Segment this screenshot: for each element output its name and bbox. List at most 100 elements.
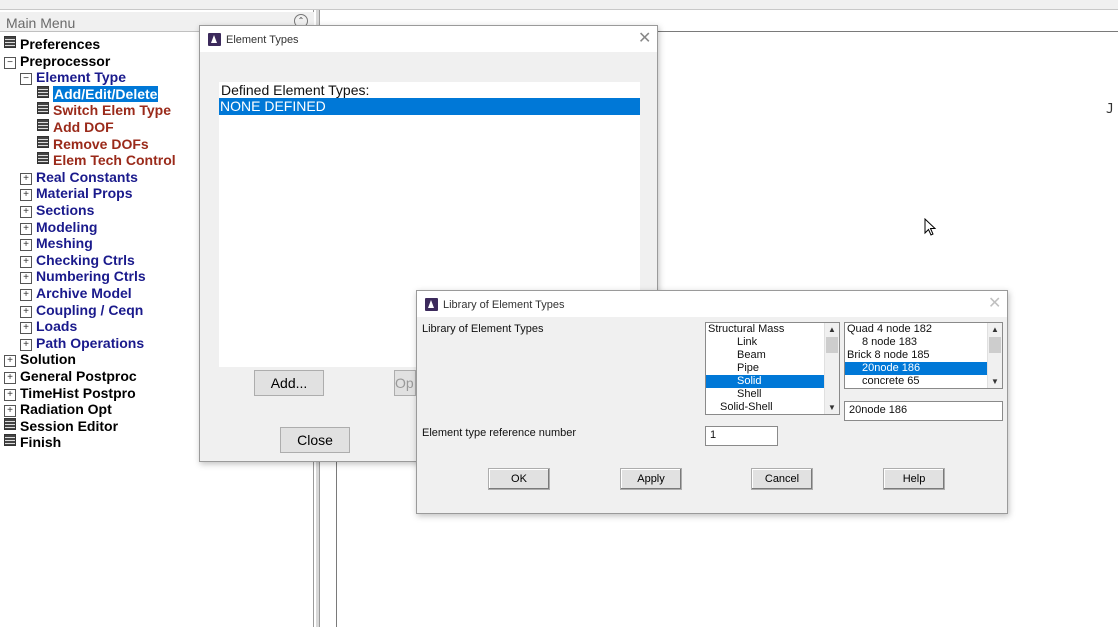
expand-icon[interactable]: + (4, 372, 16, 384)
scroll-down-icon[interactable]: ▼ (825, 401, 839, 414)
selected-type-field[interactable]: 20node 186 (844, 401, 1003, 421)
add-button[interactable]: Add... (254, 370, 324, 396)
collapse-icon[interactable]: − (4, 56, 16, 69)
list-item[interactable]: Brick 8 node 185 (845, 349, 988, 362)
list-item[interactable]: Solid (706, 375, 824, 388)
list-item[interactable]: Solid-Shell (706, 401, 824, 414)
menu-item-label: General Postproc (20, 368, 137, 384)
collapse-icon[interactable]: − (20, 73, 32, 86)
menu-item[interactable]: Preferences (4, 36, 100, 52)
menu-item[interactable]: + Path Operations (20, 335, 144, 351)
ok-button[interactable]: OK (488, 468, 550, 490)
expand-icon[interactable]: + (4, 405, 16, 418)
menu-item-label: Add/Edit/Delete (53, 85, 159, 102)
ansys-app-icon (208, 33, 221, 46)
menu-item-label: Switch Elem Type (53, 102, 171, 119)
expand-icon[interactable]: + (20, 222, 32, 235)
ansys-app-icon (425, 298, 438, 311)
menu-item-label: TimeHist Postpro (20, 384, 136, 401)
menu-item-label: Preferences (20, 36, 101, 52)
list-item[interactable]: Beam (706, 349, 824, 362)
list-item[interactable]: Quad 4 node 182 (845, 323, 988, 336)
menu-doc-icon (37, 135, 49, 148)
expand-icon[interactable]: + (4, 388, 16, 401)
menu-item[interactable]: + Archive Model (20, 285, 132, 301)
menu-item-label: Solution (20, 351, 76, 368)
apply-button[interactable]: Apply (620, 468, 682, 490)
menu-item-label: Remove DOFs (53, 135, 149, 152)
expand-icon[interactable]: + (20, 172, 32, 185)
scroll-up-icon[interactable]: ▲ (825, 323, 839, 336)
menu-item[interactable]: + Loads (20, 318, 78, 335)
expand-icon[interactable]: + (4, 355, 16, 368)
menu-item[interactable]: + Coupling / Ceqn (20, 302, 143, 318)
scroll-thumb[interactable] (826, 337, 838, 353)
menu-item[interactable]: + Radiation Opt (4, 401, 112, 418)
expand-icon[interactable]: + (20, 206, 32, 218)
ref-number-input[interactable]: 1 (705, 426, 778, 446)
menu-item[interactable]: + Meshing (20, 235, 93, 252)
defined-element-types-label: Defined Element Types: (221, 82, 370, 98)
menu-item-label: Archive Model (36, 285, 132, 301)
expand-icon[interactable]: + (20, 272, 32, 285)
menu-item[interactable]: Add DOF (37, 119, 114, 135)
menu-item-label: Session Editor (20, 417, 119, 434)
menu-doc-icon (37, 102, 49, 115)
options-button[interactable]: Op (394, 370, 416, 396)
element-type-scrollbar[interactable]: ▲ ▼ (987, 323, 1002, 388)
menu-item-label: Material Props (36, 185, 133, 202)
category-listbox[interactable]: Solid-Shell Shell Solid Pipe Beam Link Structu… (705, 322, 840, 415)
expand-icon[interactable]: + (20, 338, 32, 351)
list-item[interactable]: Link (706, 336, 824, 349)
menu-item-label: Preprocessor (20, 52, 111, 69)
menu-item[interactable]: + Solution (4, 351, 76, 368)
menu-item[interactable]: + Real Constants (20, 169, 138, 185)
list-item[interactable]: Structural Mass (706, 323, 824, 336)
scroll-down-icon[interactable]: ▼ (988, 375, 1002, 388)
scroll-up-icon[interactable]: ▲ (988, 323, 1002, 336)
menu-item-label: Elem Tech Control (53, 152, 176, 169)
list-item[interactable]: Shell (706, 388, 824, 401)
expand-icon[interactable]: + (20, 322, 32, 335)
menu-item[interactable]: + Numbering Ctrls (20, 268, 146, 285)
menu-doc-icon (37, 119, 49, 131)
menu-item[interactable]: Session Editor (4, 417, 119, 434)
list-item[interactable]: concrete 65 (845, 375, 988, 388)
list-item[interactable]: NONE DEFINED (219, 98, 640, 115)
menu-item[interactable]: Remove DOFs (37, 135, 149, 152)
menu-item[interactable]: − Preprocessor (4, 53, 110, 69)
expand-icon[interactable]: + (20, 189, 32, 202)
menu-item-label: Loads (36, 318, 78, 335)
expand-icon[interactable]: + (20, 289, 32, 301)
menu-item[interactable]: + Material Props (20, 185, 133, 202)
menu-item[interactable]: − Element Type (20, 69, 126, 86)
menu-doc-icon (4, 417, 16, 430)
menu-item[interactable]: Add/Edit/Delete (37, 85, 159, 102)
menu-item[interactable]: + Modeling (20, 219, 97, 235)
close-button[interactable]: Close (280, 427, 350, 453)
menu-item[interactable]: + Checking Ctrls (20, 252, 135, 268)
expand-icon[interactable]: + (20, 255, 32, 268)
close-icon[interactable]: ✕ (638, 31, 651, 47)
menu-item-label: Element Type (36, 69, 126, 86)
menu-item[interactable]: + Sections (20, 202, 94, 218)
menu-item[interactable]: + General Postproc (4, 368, 137, 384)
close-icon[interactable]: ✕ (988, 296, 1001, 312)
list-item[interactable]: Pipe (706, 362, 824, 375)
element-type-listbox[interactable]: concrete 65 20node 186 Brick 8 node 185 8 n… (844, 322, 1003, 389)
help-button[interactable]: Help (883, 468, 945, 490)
library-label: Library of Element Types (422, 323, 544, 335)
expand-icon[interactable]: + (20, 305, 32, 318)
list-item[interactable]: 20node 186 (845, 362, 988, 375)
menu-item[interactable]: + TimeHist Postpro (4, 385, 136, 401)
list-item[interactable]: 8 node 183 (845, 336, 988, 349)
menu-item[interactable]: Finish (4, 434, 61, 450)
menu-item[interactable]: Elem Tech Control (37, 152, 176, 168)
cancel-button[interactable]: Cancel (751, 468, 813, 490)
top-toolbar-strip (0, 0, 1118, 10)
mouse-cursor-icon (924, 218, 937, 236)
menu-item[interactable]: Switch Elem Type (37, 102, 171, 118)
scroll-thumb[interactable] (989, 337, 1001, 353)
expand-icon[interactable]: + (20, 239, 32, 252)
category-scrollbar[interactable]: ▲ ▼ (824, 323, 839, 414)
